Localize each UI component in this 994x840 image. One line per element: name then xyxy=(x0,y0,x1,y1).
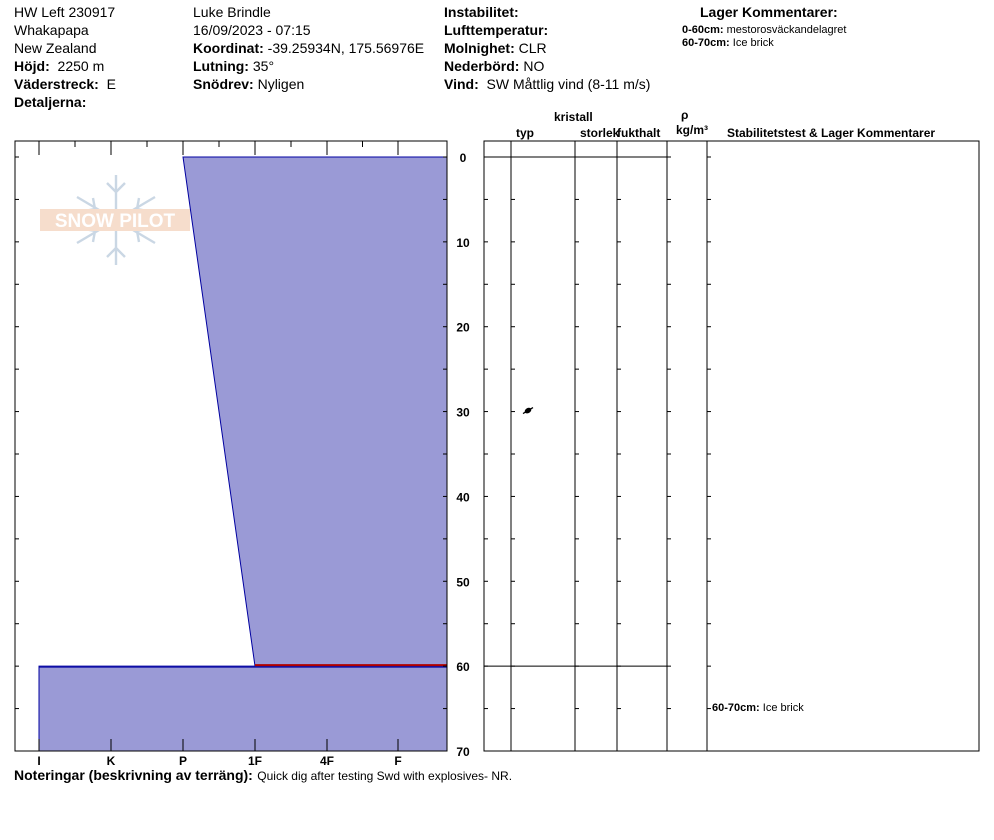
depth-tick-label: 70 xyxy=(456,745,470,759)
hardness-tick-label: I xyxy=(37,754,40,768)
stability-comment-text: Ice brick xyxy=(762,701,804,714)
hardness-tick-label: 1F xyxy=(248,754,262,768)
snow-profile-chart: SNOW PILOT 0 10 20 30 40 50 60 70 I K P 1F 4F F xyxy=(14,140,980,768)
depth-tick-label: 30 xyxy=(456,406,470,420)
hardness-layer-2 xyxy=(38,665,448,752)
snowpilot-logo: SNOW PILOT xyxy=(40,175,190,265)
hardness-layer-1 xyxy=(182,156,448,667)
hardness-tick-label: F xyxy=(394,754,401,768)
notes-row: Noteringar (beskrivning av terräng): Qui… xyxy=(14,768,512,784)
depth-tick-label: 10 xyxy=(456,236,470,250)
layer-table xyxy=(484,141,708,751)
stability-comment-range: 60-70cm: xyxy=(712,701,760,714)
depth-tick-label: 60 xyxy=(456,660,470,674)
hardness-tick-label: P xyxy=(179,754,187,768)
depth-tick-label: 0 xyxy=(460,151,467,165)
depth-tick-label: 50 xyxy=(456,575,470,589)
stability-comment: 60-70cm: Ice brick xyxy=(712,701,804,714)
notes-text: Quick dig after testing Swd with explosi… xyxy=(257,769,513,783)
hardness-tick-label: K xyxy=(107,754,116,768)
hardness-profile xyxy=(38,156,448,752)
chart-frames xyxy=(14,140,980,752)
notes-label: Noteringar (beskrivning av terräng): xyxy=(14,767,253,783)
depth-tick-label: 40 xyxy=(456,490,470,504)
depth-tick-label: 20 xyxy=(456,321,470,335)
logo-text: SNOW PILOT xyxy=(55,211,176,232)
table-frame xyxy=(483,140,980,752)
hardness-tick-label: 4F xyxy=(320,754,334,768)
